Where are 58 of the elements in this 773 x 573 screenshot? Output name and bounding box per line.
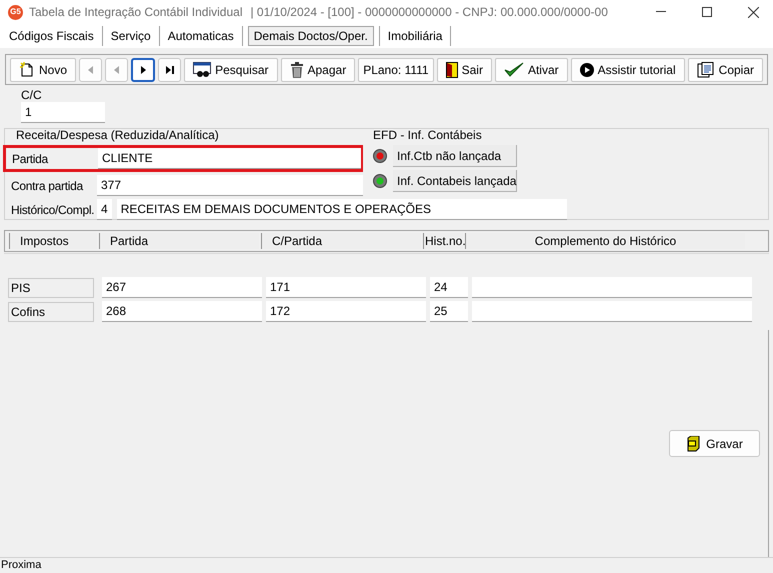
window-title: Tabela de Integração Contábil Individual (29, 4, 242, 21)
new-page-icon (19, 62, 35, 78)
save-button[interactable]: Gravar (669, 430, 760, 457)
account-field[interactable]: 377 (97, 175, 363, 196)
tutorial-button[interactable]: Assistir tutorial (570, 58, 685, 82)
status-bar: Proxima (0, 557, 773, 573)
play-icon (580, 62, 594, 76)
window-subtitle: | 01/10/2024 - [100] - 0000000000000 - CNPJ: 00.000.000/0000-00 (250, 4, 608, 21)
account-field[interactable]: 4 (97, 199, 112, 220)
arrow-left-icon (112, 64, 122, 74)
table-cell[interactable]: 267 (102, 277, 262, 298)
field-label: Partida (11, 150, 50, 168)
cabinet-icon (686, 436, 700, 452)
cc-field[interactable]: 1 (21, 102, 105, 123)
arrow-left-icon (86, 64, 96, 74)
cc-label: C/C (21, 88, 43, 102)
tab[interactable]: Imobiliária (382, 26, 448, 46)
activate-button[interactable]: Ativar (494, 58, 568, 82)
checkmark-icon (504, 62, 524, 78)
binoculars-icon (193, 62, 212, 78)
minimize-icon[interactable] (656, 11, 666, 13)
delete-button[interactable]: Apagar (280, 58, 356, 82)
search-button[interactable]: Pesquisar (184, 58, 278, 82)
close-icon[interactable] (748, 6, 759, 18)
table-cell[interactable]: 268 (102, 301, 262, 322)
nav-button[interactable] (131, 58, 155, 82)
group-title: EFD - Inf. Contábeis (373, 128, 483, 142)
field-label: Histórico/Compl. (10, 202, 96, 218)
door-icon (446, 62, 458, 78)
skip-end-icon (164, 64, 175, 74)
table-cell[interactable] (472, 301, 752, 322)
group-title: Receita/Despesa (Reduzida/Analítica) (16, 128, 220, 142)
app-logo: G5 (8, 4, 23, 20)
table-cell[interactable]: 24 (430, 277, 468, 298)
maximize-icon[interactable] (702, 7, 712, 17)
status-label: Inf. Contabeis lançada (393, 170, 517, 192)
description-field[interactable]: RECEITAS EM DEMAIS DOCUMENTOS E OPERAÇÕES (116, 199, 567, 220)
copy-button[interactable]: Copiar (688, 58, 764, 82)
account-field[interactable]: CLIENTE (98, 148, 361, 169)
tab[interactable]: Serviço (106, 26, 156, 46)
clipboard-icon (696, 62, 715, 78)
arrow-right-icon (138, 64, 148, 74)
tab[interactable]: Códigos Fiscais (4, 26, 99, 46)
table-cell[interactable]: 171 (266, 277, 426, 298)
table-cell[interactable]: 172 (266, 301, 426, 322)
table-cell[interactable] (472, 277, 752, 298)
status-label: Inf.Ctb não lançada (393, 145, 517, 167)
tax-label: PIS (8, 278, 94, 298)
column-header: Hist.no. (423, 233, 463, 249)
tax-label: Cofins (8, 302, 94, 322)
trash-icon (290, 62, 304, 78)
table-cell[interactable]: 25 (430, 301, 468, 322)
plan-label: PLano: 1111 (358, 58, 434, 82)
tab[interactable]: Automaticas (162, 26, 239, 46)
field-label: Contra partida (10, 178, 84, 194)
tab[interactable]: Demais Doctos/Oper. (248, 26, 374, 46)
exit-button[interactable]: Sair (436, 58, 492, 82)
new-button[interactable]: Novo (10, 58, 76, 82)
